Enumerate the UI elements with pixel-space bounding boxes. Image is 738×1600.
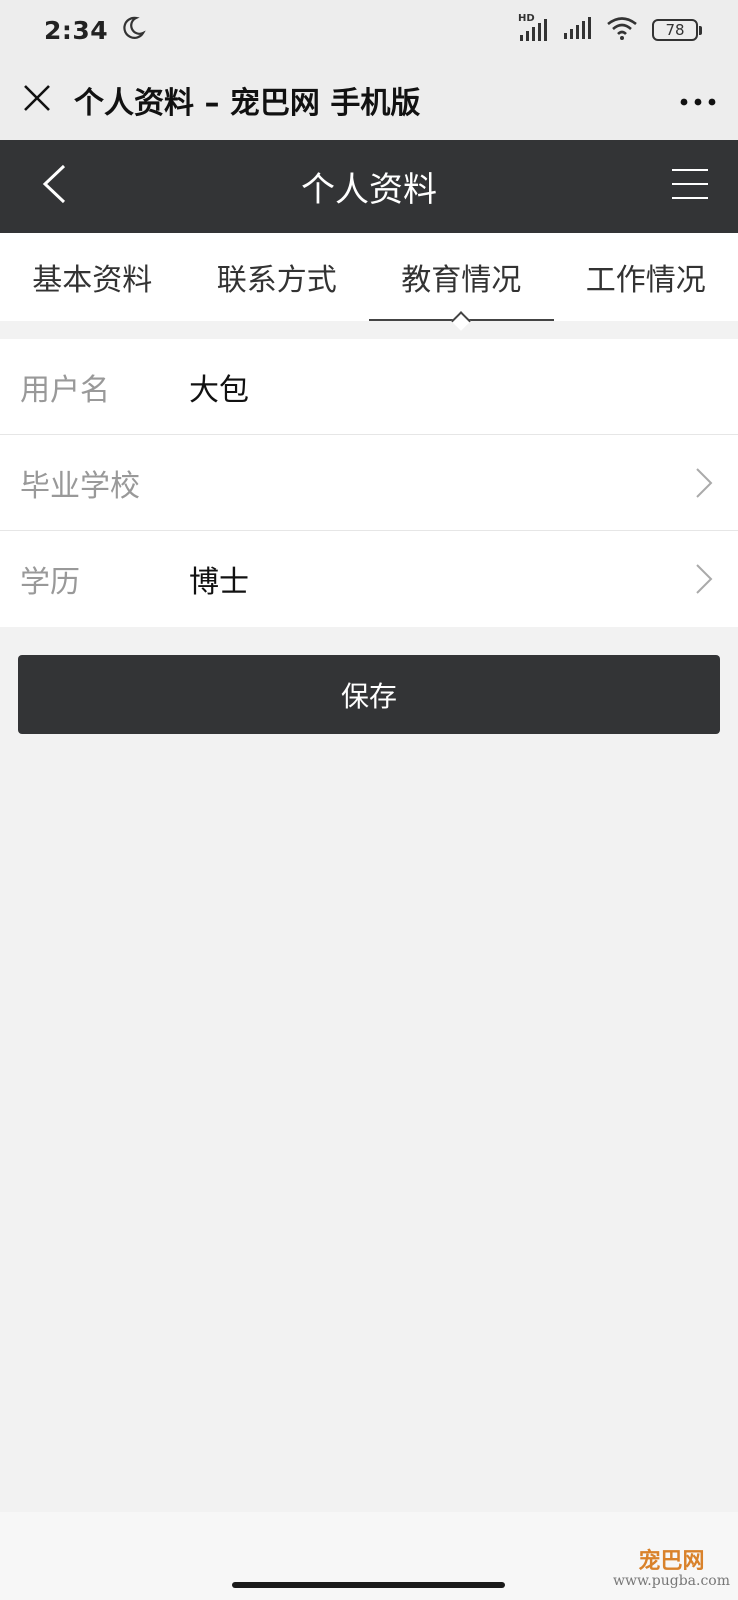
school-label: 毕业学校 (20, 468, 140, 504)
webview-title: 个人资料 – 宠巴网 手机版 (74, 86, 421, 121)
close-button[interactable] (0, 60, 74, 140)
battery-tip (699, 25, 702, 35)
chevron-right-icon (692, 463, 716, 503)
school-row[interactable]: 毕业学校 (0, 435, 738, 531)
more-options-button[interactable] (658, 60, 738, 140)
education-form: 用户名 大包 毕业学校 学历 博士 (0, 339, 738, 627)
battery-indicator: 78 (652, 19, 702, 41)
close-icon (23, 84, 51, 116)
save-button[interactable]: 保存 (18, 655, 720, 734)
profile-tabs: 基本资料 联系方式 教育情况 工作情况 (0, 233, 738, 321)
tab-basic-info[interactable]: 基本资料 (0, 233, 185, 321)
webview-title-bar: 个人资料 – 宠巴网 手机版 (0, 60, 738, 140)
username-value: 大包 (189, 372, 249, 408)
home-indicator[interactable] (232, 1582, 505, 1588)
tab-education[interactable]: 教育情况 (369, 233, 554, 321)
status-right: HD 78 (518, 13, 702, 45)
app-header: 个人资料 (0, 140, 738, 233)
menu-button[interactable] (658, 154, 722, 218)
moon-icon (120, 15, 146, 45)
tab-contact[interactable]: 联系方式 (185, 233, 370, 321)
battery-level: 78 (652, 19, 698, 41)
hd-signal-icon: HD (518, 13, 548, 43)
signal-icon (562, 15, 592, 45)
wifi-icon (606, 15, 638, 45)
watermark: 宠巴网 www.pugba.com (613, 1550, 730, 1588)
username-row: 用户名 大包 (0, 339, 738, 435)
hamburger-menu-icon (672, 168, 708, 204)
username-label: 用户名 (20, 372, 110, 408)
degree-row[interactable]: 学历 博士 (0, 531, 738, 627)
back-button[interactable] (22, 154, 86, 218)
watermark-logo: 宠巴网 (638, 1548, 705, 1574)
more-dots-icon (680, 91, 716, 110)
chevron-left-icon (40, 163, 68, 209)
status-bar: 2:34 HD 78 (0, 0, 738, 60)
degree-label: 学历 (20, 565, 80, 600)
tab-work[interactable]: 工作情况 (554, 233, 738, 321)
degree-value: 博士 (189, 565, 249, 600)
status-time: 2:34 (44, 15, 109, 45)
watermark-url: www.pugba.com (613, 1573, 730, 1589)
chevron-right-icon (692, 559, 716, 599)
status-left: 2:34 (44, 15, 146, 45)
page-title: 个人资料 (301, 170, 437, 210)
